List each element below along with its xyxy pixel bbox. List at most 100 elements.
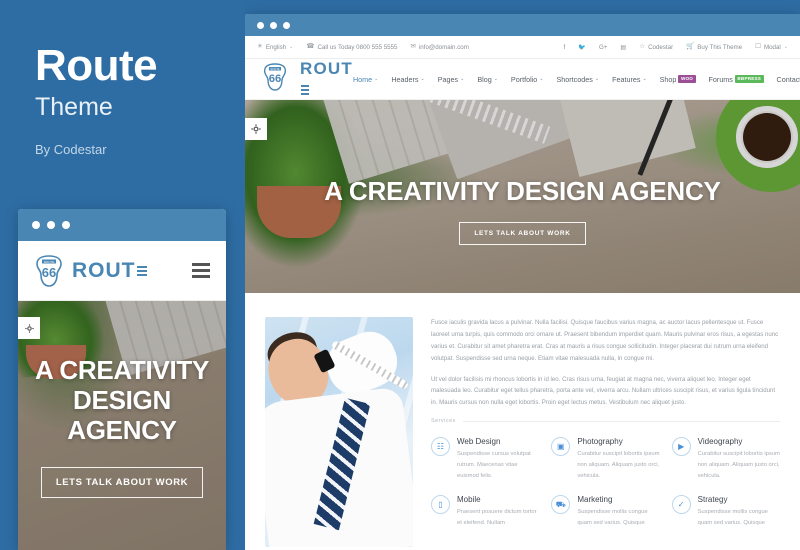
services-grid: ☷ Web Design Suspendisse cursus volutpat… xyxy=(431,437,780,529)
html5-icon: ☷ xyxy=(431,437,450,457)
menu-item-home[interactable]: Home ⌄ xyxy=(353,75,378,84)
desktop-window-chrome xyxy=(245,14,800,36)
window-dot-minimize[interactable] xyxy=(47,221,55,229)
language-label: English xyxy=(265,43,287,51)
left-branding-panel: Route Theme By Codestar ROUTE 66 ROUT A … xyxy=(0,0,245,550)
topbar-phone[interactable]: ☎ Call us Today 0800 555 5555 xyxy=(306,43,398,51)
badge-woo: WOO xyxy=(678,75,696,83)
menu-label: Portfolio xyxy=(510,74,538,84)
hero-settings-tab[interactable] xyxy=(245,118,267,140)
window-dot-maximize[interactable] xyxy=(62,221,70,229)
route66-shield-icon: ROUTE 66 xyxy=(262,63,292,95)
hero-title: A CREATIVITY DESIGN AGENCY xyxy=(324,176,721,206)
chevron-down-icon: ⌄ xyxy=(594,76,600,82)
service-description: Suspendisse mollis congue quam sed variu… xyxy=(697,509,768,526)
route66-shield-icon: ROUTE 66 xyxy=(34,254,64,287)
window-dot-close[interactable] xyxy=(257,21,264,29)
service-item[interactable]: ▣ Photography Curabitur suscipit loborti… xyxy=(551,437,659,481)
chevron-down-icon: ⌄ xyxy=(289,44,294,50)
service-title: Marketing xyxy=(577,495,613,505)
menu-item-contact[interactable]: Contact xyxy=(777,75,800,84)
mobile-logo-text: ROUT xyxy=(72,259,147,283)
menu-label: Pages xyxy=(437,74,459,84)
codestar-label: Codestar xyxy=(648,43,674,51)
svg-text:66: 66 xyxy=(269,73,282,85)
hero-cta-button[interactable]: LETS TALK ABOUT WORK xyxy=(459,222,586,245)
topbar-modal-link[interactable]: ☐ Modal ⌄ xyxy=(755,43,788,50)
chevron-down-icon: ⌄ xyxy=(642,76,647,82)
mobile-hero-cta-button[interactable]: LETS TALK ABOUT WORK xyxy=(40,467,204,499)
gear-icon xyxy=(251,124,261,134)
rss-icon[interactable]: ▤ xyxy=(620,44,626,51)
topbar-language-selector[interactable]: ☀ English ⌄ xyxy=(257,42,294,51)
service-description: Curabitur suscipit lobortis ipsum non al… xyxy=(577,451,660,479)
facebook-icon[interactable]: f xyxy=(564,44,566,51)
hero-section: A CREATIVITY DESIGN AGENCY LETS TALK ABO… xyxy=(245,100,800,293)
menu-item-shortcodes[interactable]: Shortcodes ⌄ xyxy=(557,75,600,84)
window-dot-minimize[interactable] xyxy=(270,21,277,29)
chevron-down-icon: ⌄ xyxy=(460,76,465,82)
topbar-email[interactable]: ✉ info@domain.com xyxy=(410,42,469,51)
menu-item-headers[interactable]: Headers ⌄ xyxy=(391,75,424,84)
mobile-icon: ▯ xyxy=(431,495,450,515)
hamburger-icon[interactable] xyxy=(192,263,210,278)
site-logo[interactable]: ROUTE 66 ROUT xyxy=(262,59,353,99)
brand-subtitle: Theme xyxy=(35,93,113,121)
window-dot-close[interactable] xyxy=(32,221,40,229)
menu-label: Shortcodes xyxy=(556,74,593,84)
mobile-preview-card: ROUTE 66 ROUT A CREATIVITY DESIGN AGENCY… xyxy=(18,209,226,550)
menu-item-blog[interactable]: Blog ⌄ xyxy=(477,75,498,84)
menu-label: Shop xyxy=(659,74,677,84)
service-item[interactable]: ✓ Strategy Suspendisse mollis congue qua… xyxy=(671,495,780,528)
video-camera-icon: ▶ xyxy=(671,437,691,457)
camera-icon: ▣ xyxy=(551,437,571,457)
svg-text:66: 66 xyxy=(42,265,56,280)
page-title: Route xyxy=(35,41,158,90)
man-on-phone-photo xyxy=(265,317,413,547)
badge-bbpress: BBPRESS xyxy=(734,75,764,83)
service-item[interactable]: ▯ Mobile Praesent posuere dictum tortor … xyxy=(431,495,539,528)
menu-label: Headers xyxy=(391,74,419,84)
service-item[interactable]: ⛟ Marketing Suspendisse mollis congue qu… xyxy=(551,495,659,528)
menu-item-forums[interactable]: Forums BBPRESS xyxy=(709,75,764,84)
divider xyxy=(462,420,780,422)
mobile-hero-section: A CREATIVITY DESIGN AGENCY LETS TALK ABO… xyxy=(18,301,226,550)
google-plus-icon[interactable]: G+ xyxy=(599,44,607,51)
logo-e-bars-icon xyxy=(301,84,309,95)
email-label: info@domain.com xyxy=(418,43,469,51)
phone-label: Call us Today 0800 555 5555 xyxy=(317,43,398,51)
cart-icon: 🛒 xyxy=(686,42,695,50)
menu-item-shop[interactable]: Shop WOO xyxy=(660,75,696,84)
services-heading: Services xyxy=(431,418,780,424)
main-menu: Home ⌄ Headers ⌄ Pages ⌄ Blog ⌄ Portfoli… xyxy=(353,75,800,84)
content-copy: Fusce iaculis gravida lacus a pulvinar. … xyxy=(431,317,780,547)
menu-item-features[interactable]: Features ⌄ xyxy=(612,75,647,84)
topbar-buy-theme-link[interactable]: 🛒 Buy This Theme xyxy=(686,42,742,50)
star-icon: ☆ xyxy=(639,42,646,50)
service-item[interactable]: ▶ Videography Curabitur suscipit loborti… xyxy=(671,437,780,481)
service-title: Mobile xyxy=(457,495,481,505)
logo-e-bars-icon xyxy=(136,265,147,276)
menu-item-portfolio[interactable]: Portfolio ⌄ xyxy=(511,75,544,84)
content-section: Fusce iaculis gravida lacus a pulvinar. … xyxy=(245,293,800,547)
twitter-icon[interactable]: 🐦 xyxy=(578,43,586,51)
mobile-hero-title: A CREATIVITY DESIGN AGENCY xyxy=(34,355,210,446)
menu-item-pages[interactable]: Pages ⌄ xyxy=(438,75,465,84)
service-item[interactable]: ☷ Web Design Suspendisse cursus volutpat… xyxy=(431,437,539,481)
service-description: Suspendisse mollis congue quam sed variu… xyxy=(577,509,648,526)
service-title: Photography xyxy=(577,437,623,447)
window-dot-maximize[interactable] xyxy=(283,21,290,29)
envelope-icon: ✉ xyxy=(410,42,416,50)
chevron-down-icon: ⌄ xyxy=(374,76,379,82)
brand-author: By Codestar xyxy=(35,141,107,157)
topbar-codestar-link[interactable]: ☆ Codestar xyxy=(639,42,674,51)
service-description: Suspendisse cursus volutpat rutrum. Maec… xyxy=(457,451,531,479)
services-label: Services xyxy=(431,418,456,425)
globe-icon: ☀ xyxy=(257,42,263,50)
topbar-left-group: ☀ English ⌄ ☎ Call us Today 0800 555 555… xyxy=(257,42,482,51)
service-title: Videography xyxy=(697,437,743,447)
mobile-hero-settings-tab[interactable] xyxy=(18,317,40,339)
mobile-site-logo[interactable]: ROUTE 66 ROUT xyxy=(34,254,147,287)
menu-label: Blog xyxy=(477,74,492,84)
service-title: Web Design xyxy=(457,437,501,447)
